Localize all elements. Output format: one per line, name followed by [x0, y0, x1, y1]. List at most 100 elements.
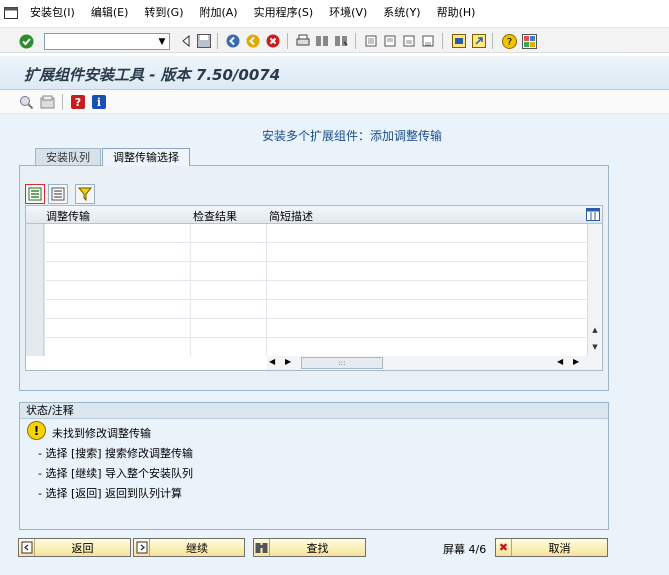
table-row[interactable] [26, 281, 587, 300]
back-arrow-icon[interactable] [178, 33, 194, 49]
menu-item-help[interactable]: 帮助(H) [429, 0, 484, 26]
menu-bar: 安装包(I) 编辑(E) 转到(G) 附加(A) 实用程序(S) 环境(V) 系… [0, 0, 669, 26]
continue-button-label: 继续 [186, 541, 208, 555]
back-button-label: 返回 [71, 541, 94, 555]
row-selector[interactable] [26, 300, 44, 318]
scroll-right-icon[interactable]: ▶ [285, 357, 291, 366]
system-menu-icon[interactable] [0, 0, 22, 26]
application-toolbar: ? i [0, 90, 669, 114]
cancel-button[interactable]: ✖ 取消 [495, 538, 608, 557]
help-icon-toolbar[interactable]: ? [501, 33, 517, 49]
find-icon[interactable] [314, 33, 330, 49]
table-header: 调整传输 检查结果 简短描述 [26, 206, 602, 224]
scroll-down-icon[interactable]: ▼ [588, 341, 602, 353]
menu-item-extras[interactable]: 附加(A) [191, 0, 245, 26]
cancel-x-icon: ✖ [496, 539, 512, 556]
row-selector[interactable] [26, 224, 44, 242]
scroll-right-icon[interactable]: ▶ [573, 357, 579, 366]
shortcut-icon[interactable] [471, 33, 487, 49]
svg-text:i: i [97, 96, 101, 109]
back-button[interactable]: 返回 [18, 538, 131, 557]
binoculars-icon [254, 539, 270, 556]
table-row[interactable] [26, 224, 587, 243]
toolbar-separator [442, 33, 443, 49]
column-header-transport[interactable]: 调整传输 [46, 208, 90, 224]
column-header-check-result[interactable]: 检查结果 [193, 208, 237, 224]
status-panel: 状态/注释 ! 未找到修改调整传输 - 选择 [搜索] 搜索修改调整传输 - 选… [19, 402, 609, 530]
find-next-icon[interactable] [333, 33, 349, 49]
deselect-all-button[interactable] [48, 184, 68, 204]
continue-button[interactable]: 继续 [133, 538, 245, 557]
back-icon[interactable] [225, 33, 241, 49]
toolbar-separator [287, 33, 288, 49]
status-hint: - 选择 [搜索] 搜索修改调整传输 [38, 447, 194, 460]
log-icon[interactable] [39, 94, 55, 110]
new-session-icon[interactable] [451, 33, 467, 49]
help-icon[interactable]: ? [70, 94, 86, 110]
row-selector[interactable] [26, 319, 44, 337]
row-selector[interactable] [26, 262, 44, 280]
menu-item-goto[interactable]: 转到(G) [136, 0, 191, 26]
svg-text:?: ? [506, 37, 511, 48]
row-selector[interactable] [26, 338, 44, 356]
tab-install-queue[interactable]: 安装队列 [35, 148, 101, 166]
display-icon[interactable] [18, 94, 34, 110]
table-row[interactable] [26, 300, 587, 319]
page-title: 扩展组件安装工具 - 版本 7.50/0074 [24, 66, 281, 84]
enter-checkmark-icon[interactable] [18, 33, 34, 49]
print-icon[interactable] [295, 33, 311, 49]
svg-text:?: ? [75, 96, 81, 109]
status-hint: - 选择 [继续] 导入整个安装队列 [38, 467, 194, 480]
toolbar-separator [492, 33, 493, 49]
menu-item-edit[interactable]: 编辑(E) [83, 0, 137, 26]
column-layout-icon[interactable] [586, 208, 600, 221]
standard-toolbar: ▼ ? [0, 27, 669, 53]
horizontal-scrollbar[interactable]: ◀ ▶ ::: ◀ ▶ [267, 356, 602, 370]
toolbar-separator [62, 94, 63, 110]
tab-adjust-transport-selection[interactable]: 调整传输选择 [102, 148, 190, 166]
exit-icon[interactable] [245, 33, 261, 49]
table-row[interactable] [26, 338, 587, 356]
select-all-button[interactable] [25, 184, 45, 204]
cancel-icon[interactable] [265, 33, 281, 49]
layout-menu-icon[interactable] [521, 33, 537, 49]
first-page-icon[interactable] [363, 33, 379, 49]
status-message: 未找到修改调整传输 [52, 427, 151, 440]
vertical-scrollbar[interactable]: ▲ ▼ [587, 224, 602, 356]
scroll-thumb[interactable]: ::: [301, 357, 383, 369]
toolbar-separator [217, 33, 218, 49]
continue-document-icon [134, 539, 150, 556]
menu-item-utilities[interactable]: 实用程序(S) [246, 0, 322, 26]
scroll-up-icon[interactable]: ▲ [588, 324, 602, 336]
save-icon[interactable] [196, 33, 212, 49]
cancel-button-label: 取消 [548, 541, 571, 555]
menu-item-environment[interactable]: 环境(V) [321, 0, 375, 26]
toolbar-separator [355, 33, 356, 49]
row-selector[interactable] [26, 243, 44, 261]
menu-item-package[interactable]: 安装包(I) [22, 0, 83, 26]
scroll-left-icon[interactable]: ◀ [557, 357, 563, 366]
previous-page-icon[interactable] [382, 33, 398, 49]
section-subtitle: 安装多个扩展组件：添加调整传输 [262, 129, 443, 143]
row-selector[interactable] [26, 281, 44, 299]
next-page-icon[interactable] [401, 33, 417, 49]
menu-item-system[interactable]: 系统(Y) [375, 0, 428, 26]
screen-indicator: 屏幕 4/6 [443, 543, 487, 556]
column-header-short-description[interactable]: 简短描述 [269, 208, 313, 224]
status-panel-header: 状态/注释 [20, 403, 608, 419]
warning-icon: ! [27, 421, 46, 440]
scroll-left-icon[interactable]: ◀ [269, 357, 275, 366]
last-page-icon[interactable] [420, 33, 436, 49]
title-bar: 扩展组件安装工具 - 版本 7.50/0074 [0, 56, 669, 90]
status-hint: - 选择 [返回] 返回到队列计算 [38, 487, 183, 500]
back-document-icon [19, 539, 35, 556]
table-row[interactable] [26, 243, 587, 262]
table-row[interactable] [26, 319, 587, 338]
info-icon[interactable]: i [91, 94, 107, 110]
table-row[interactable] [26, 262, 587, 281]
search-button[interactable]: 查找 [253, 538, 366, 557]
transport-table: 调整传输 检查结果 简短描述 ▲ ▼ ◀ ▶::: ◀ ▶ [25, 205, 603, 371]
filter-icon[interactable] [75, 184, 95, 204]
command-field[interactable]: ▼ [44, 33, 170, 50]
chevron-down-icon[interactable]: ▼ [155, 34, 169, 49]
